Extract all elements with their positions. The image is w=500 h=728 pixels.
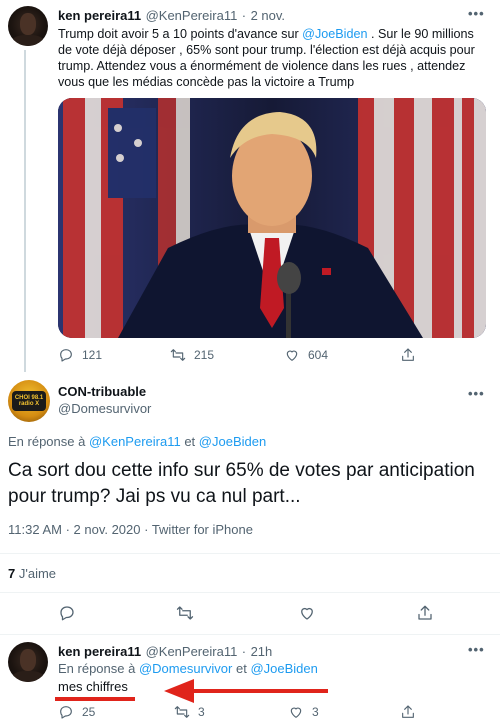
- tweet3-text: mes chiffres: [58, 679, 128, 694]
- retweet-icon: [170, 349, 186, 361]
- mention-link[interactable]: @KenPereira11: [89, 434, 181, 449]
- thread-line: [24, 50, 26, 372]
- reply-and: et: [235, 661, 247, 676]
- like-icon: [290, 707, 302, 718]
- mention-link[interactable]: @Domesurvivor: [139, 661, 232, 676]
- author-name[interactable]: ken pereira11: [58, 644, 141, 659]
- annotation-underline: [55, 697, 135, 701]
- retweet-count: 215: [194, 348, 215, 362]
- retweet-icon: [176, 606, 194, 620]
- retweet-button[interactable]: [176, 604, 194, 622]
- tweet2-text: Ca sort dou cette info sur 65% de votes …: [8, 460, 475, 507]
- more-icon[interactable]: •••: [468, 386, 485, 401]
- reply-icon: [60, 349, 72, 362]
- tweet-date[interactable]: 2 nov.: [251, 8, 285, 23]
- divider: [0, 634, 500, 635]
- reply-prefix: En réponse à: [58, 661, 136, 676]
- share-icon: [418, 605, 432, 620]
- logo-text: CHOI 98.1 radio X: [14, 395, 44, 407]
- radio-logo: CHOI 98.1 radio X: [12, 391, 46, 411]
- media-photo: [58, 98, 486, 338]
- reply-context: En réponse à @KenPereira11 et @JoeBiden: [8, 434, 266, 449]
- author-handle[interactable]: @Domesurvivor: [58, 401, 151, 416]
- mention-link[interactable]: @JoeBiden: [199, 434, 266, 449]
- author-handle[interactable]: @KenPereira11: [146, 8, 238, 23]
- reply-count: 121: [82, 348, 103, 362]
- tweet-text: Trump doit avoir 5 a 10 points d'avance …: [58, 27, 303, 41]
- likes-label: J'aime: [18, 566, 57, 581]
- tweet-media-image[interactable]: [58, 98, 486, 338]
- retweet-icon: [174, 706, 190, 718]
- like-count: 3: [312, 705, 319, 719]
- like-icon: [286, 350, 298, 361]
- retweet-count: 3: [198, 705, 205, 719]
- share-icon: [402, 705, 414, 718]
- separator: ·: [241, 8, 247, 23]
- like-button[interactable]: [298, 604, 316, 622]
- share-button[interactable]: [416, 604, 434, 622]
- annotation-arrow: [164, 679, 328, 703]
- reply-count: 25: [82, 705, 96, 719]
- reply-button[interactable]: [58, 604, 76, 622]
- divider: [0, 553, 500, 554]
- retweet-button[interactable]: 3: [174, 704, 205, 720]
- ken-avatar[interactable]: [8, 642, 48, 682]
- tweet-timestamp[interactable]: 11:32 AM · 2 nov. 2020 · Twitter for iPh…: [8, 522, 253, 537]
- reply-and: et: [184, 434, 196, 449]
- share-button[interactable]: [400, 347, 416, 363]
- mention-link[interactable]: @JoeBiden: [250, 661, 317, 676]
- like-icon: [301, 607, 313, 620]
- share-icon: [402, 348, 414, 361]
- tweet2-author: CON-tribuable @Domesurvivor: [58, 384, 151, 416]
- tweet-time[interactable]: 21h: [251, 644, 273, 659]
- like-count: 604: [308, 348, 329, 362]
- divider: [0, 592, 500, 593]
- like-button[interactable]: 604: [284, 347, 328, 363]
- tweet3-header: ken pereira11 @KenPereira11 · 21h: [58, 643, 272, 661]
- mention-link[interactable]: @JoeBiden: [302, 27, 367, 41]
- reply-icon: [60, 706, 72, 719]
- likes-summary[interactable]: 7 J'aime: [8, 566, 56, 581]
- author-handle[interactable]: @KenPereira11: [146, 644, 238, 659]
- author-name[interactable]: CON-tribuable: [58, 384, 151, 399]
- separator: ·: [241, 644, 247, 659]
- share-button[interactable]: [400, 704, 416, 720]
- reply-button[interactable]: 121: [58, 347, 102, 363]
- likes-count: 7: [8, 566, 16, 581]
- contribuable-avatar[interactable]: CHOI 98.1 radio X: [8, 380, 50, 422]
- tweet1-header: ken pereira11 @KenPereira11 · 2 nov.: [58, 7, 285, 25]
- ken-avatar[interactable]: [8, 6, 48, 46]
- reply-icon: [60, 606, 74, 621]
- more-icon[interactable]: •••: [468, 642, 485, 657]
- author-name[interactable]: ken pereira11: [58, 8, 141, 23]
- like-button[interactable]: 3: [288, 704, 319, 720]
- tweet1-text: Trump doit avoir 5 a 10 points d'avance …: [58, 26, 486, 90]
- reply-button[interactable]: 25: [58, 704, 95, 720]
- retweet-button[interactable]: 215: [170, 347, 214, 363]
- reply-context: En réponse à @Domesurvivor et @JoeBiden: [58, 661, 318, 676]
- more-icon[interactable]: •••: [468, 6, 485, 21]
- reply-prefix: En réponse à: [8, 434, 86, 449]
